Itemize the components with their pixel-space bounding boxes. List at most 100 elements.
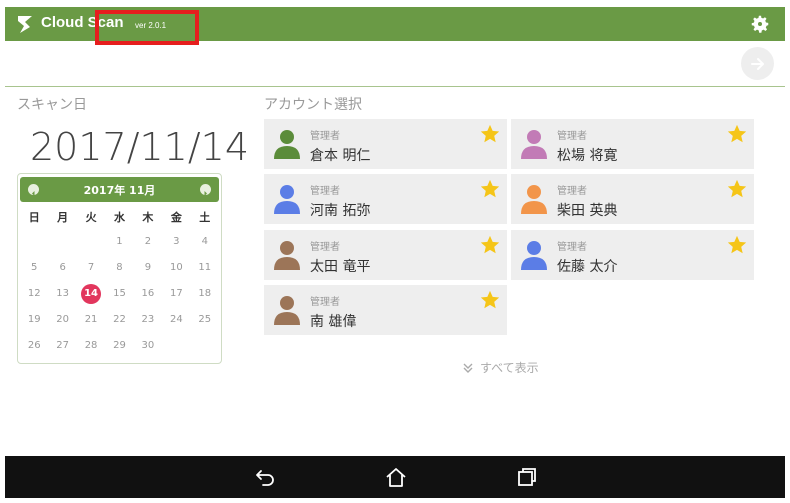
account-card[interactable]: 管理者南 雄偉 (264, 285, 507, 335)
user-avatar-icon (274, 130, 300, 159)
calendar-weekday: 日 (28, 211, 40, 224)
calendar-weekday: 水 (113, 211, 125, 224)
user-avatar-icon (274, 296, 300, 325)
calendar-weekday: 月 (57, 211, 69, 224)
show-all-label: すべて表示 (480, 361, 539, 375)
calendar-day-selected[interactable]: 14 (77, 284, 105, 304)
calendar-day-label: 14 (81, 284, 102, 304)
user-avatar-icon (274, 241, 300, 270)
account-role: 管理者 (310, 131, 340, 142)
calendar-day[interactable]: 10 (162, 258, 190, 277)
arrow-right-icon (750, 57, 764, 70)
double-chevron-down-icon (463, 363, 473, 373)
calendar-days: 1 2 3 4 5 6 7 8 9 10 11 12 13 14 15 16 17 18 19 20 21 22 23 24 2… (20, 232, 219, 355)
account-role: 管理者 (557, 186, 587, 197)
account-name: 柴田 英典 (557, 203, 618, 219)
recent-apps-icon[interactable] (515, 466, 539, 488)
calendar-day[interactable]: 18 (191, 284, 219, 303)
calendar-day[interactable]: 30 (134, 336, 162, 355)
calendar-day[interactable]: 15 (105, 284, 133, 303)
calendar-day[interactable]: 22 (105, 310, 133, 329)
star-icon[interactable] (479, 123, 501, 145)
gear-icon[interactable] (749, 13, 771, 35)
calendar-day[interactable]: 29 (105, 336, 133, 355)
cloud-scan-logo-icon (18, 16, 32, 33)
account-role: 管理者 (557, 131, 587, 142)
account-name: 太田 竜平 (310, 259, 371, 275)
calendar-day[interactable]: 25 (191, 310, 219, 329)
account-role: 管理者 (310, 186, 340, 197)
calendar-day[interactable]: 16 (134, 284, 162, 303)
account-card[interactable]: 管理者 河南 拓弥 (264, 174, 507, 224)
calendar-day[interactable]: 21 (77, 310, 105, 329)
star-icon[interactable] (726, 178, 748, 200)
account-name: 河南 拓弥 (310, 203, 371, 219)
home-icon[interactable] (384, 466, 408, 488)
scan-date-value: 2017/11/14 (30, 125, 250, 169)
calendar-weekday: 木 (142, 211, 154, 224)
system-nav-bar (5, 456, 785, 498)
calendar-day[interactable]: 5 (20, 258, 48, 277)
star-icon[interactable] (726, 123, 748, 145)
account-role: 管理者 (557, 242, 587, 253)
star-icon[interactable] (479, 289, 501, 311)
calendar: 2017年 11月 日月火水木金土 1 2 3 4 5 6 7 8 9 10 11 12 13 14 15 1… (17, 173, 222, 364)
calendar-weekday: 金 (170, 211, 182, 224)
user-avatar-icon (274, 185, 300, 214)
calendar-day[interactable]: 12 (20, 284, 48, 303)
calendar-weekday: 土 (199, 211, 211, 224)
calendar-day (48, 232, 76, 251)
account-card[interactable]: 管理者 佐藤 太介 (511, 230, 754, 280)
account-name: 佐藤 太介 (557, 259, 618, 275)
user-avatar-icon (521, 130, 547, 159)
calendar-day[interactable]: 6 (48, 258, 76, 277)
back-icon[interactable] (253, 466, 277, 488)
calendar-day[interactable]: 11 (191, 258, 219, 277)
calendar-day[interactable]: 9 (134, 258, 162, 277)
account-name: 松場 将寛 (557, 148, 618, 164)
user-avatar-icon (521, 185, 547, 214)
calendar-day[interactable]: 24 (162, 310, 190, 329)
next-button[interactable] (741, 47, 774, 80)
calendar-month-title: 2017年 11月 (83, 184, 156, 197)
calendar-day[interactable]: 27 (48, 336, 76, 355)
calendar-day[interactable]: 8 (105, 258, 133, 277)
star-icon[interactable] (726, 234, 748, 256)
calendar-day (191, 336, 219, 355)
account-name: 南 雄偉 (310, 314, 357, 330)
calendar-weekday: 火 (85, 211, 97, 224)
calendar-day[interactable]: 4 (191, 232, 219, 251)
account-select-label: アカウント選択 (264, 96, 362, 112)
show-all-button[interactable]: すべて表示 (462, 359, 539, 376)
calendar-day[interactable]: 20 (48, 310, 76, 329)
calendar-day[interactable]: 17 (162, 284, 190, 303)
calendar-header: 2017年 11月 (20, 177, 219, 202)
calendar-day[interactable]: 26 (20, 336, 48, 355)
toolbar-divider (5, 86, 785, 87)
calendar-day (162, 336, 190, 355)
calendar-day[interactable]: 19 (20, 310, 48, 329)
scan-date-label: スキャン日 (17, 96, 87, 112)
version-highlight-box (95, 10, 199, 45)
account-role: 管理者 (310, 242, 340, 253)
calendar-day[interactable]: 2 (134, 232, 162, 251)
calendar-day[interactable]: 28 (77, 336, 105, 355)
calendar-day[interactable]: 3 (162, 232, 190, 251)
account-name: 倉本 明仁 (310, 148, 371, 164)
app-screen: Cloud Scan ver 2.0.1 スキャン日 2017/11/14 20… (0, 0, 790, 503)
account-card[interactable]: 管理者 倉本 明仁 (264, 119, 507, 169)
star-icon[interactable] (479, 178, 501, 200)
calendar-day[interactable]: 1 (105, 232, 133, 251)
chevron-right-icon[interactable] (200, 184, 211, 196)
account-card[interactable]: 管理者 柴田 英典 (511, 174, 754, 224)
calendar-day[interactable]: 23 (134, 310, 162, 329)
calendar-day[interactable]: 13 (48, 284, 76, 303)
account-card[interactable]: 管理者 太田 竜平 (264, 230, 507, 280)
calendar-day (77, 232, 105, 251)
user-avatar-icon (521, 241, 547, 270)
star-icon[interactable] (479, 234, 501, 256)
calendar-day[interactable]: 7 (77, 258, 105, 277)
account-card[interactable]: 管理者 松場 将寛 (511, 119, 754, 169)
calendar-day (20, 232, 48, 251)
account-role: 管理者 (310, 297, 340, 308)
